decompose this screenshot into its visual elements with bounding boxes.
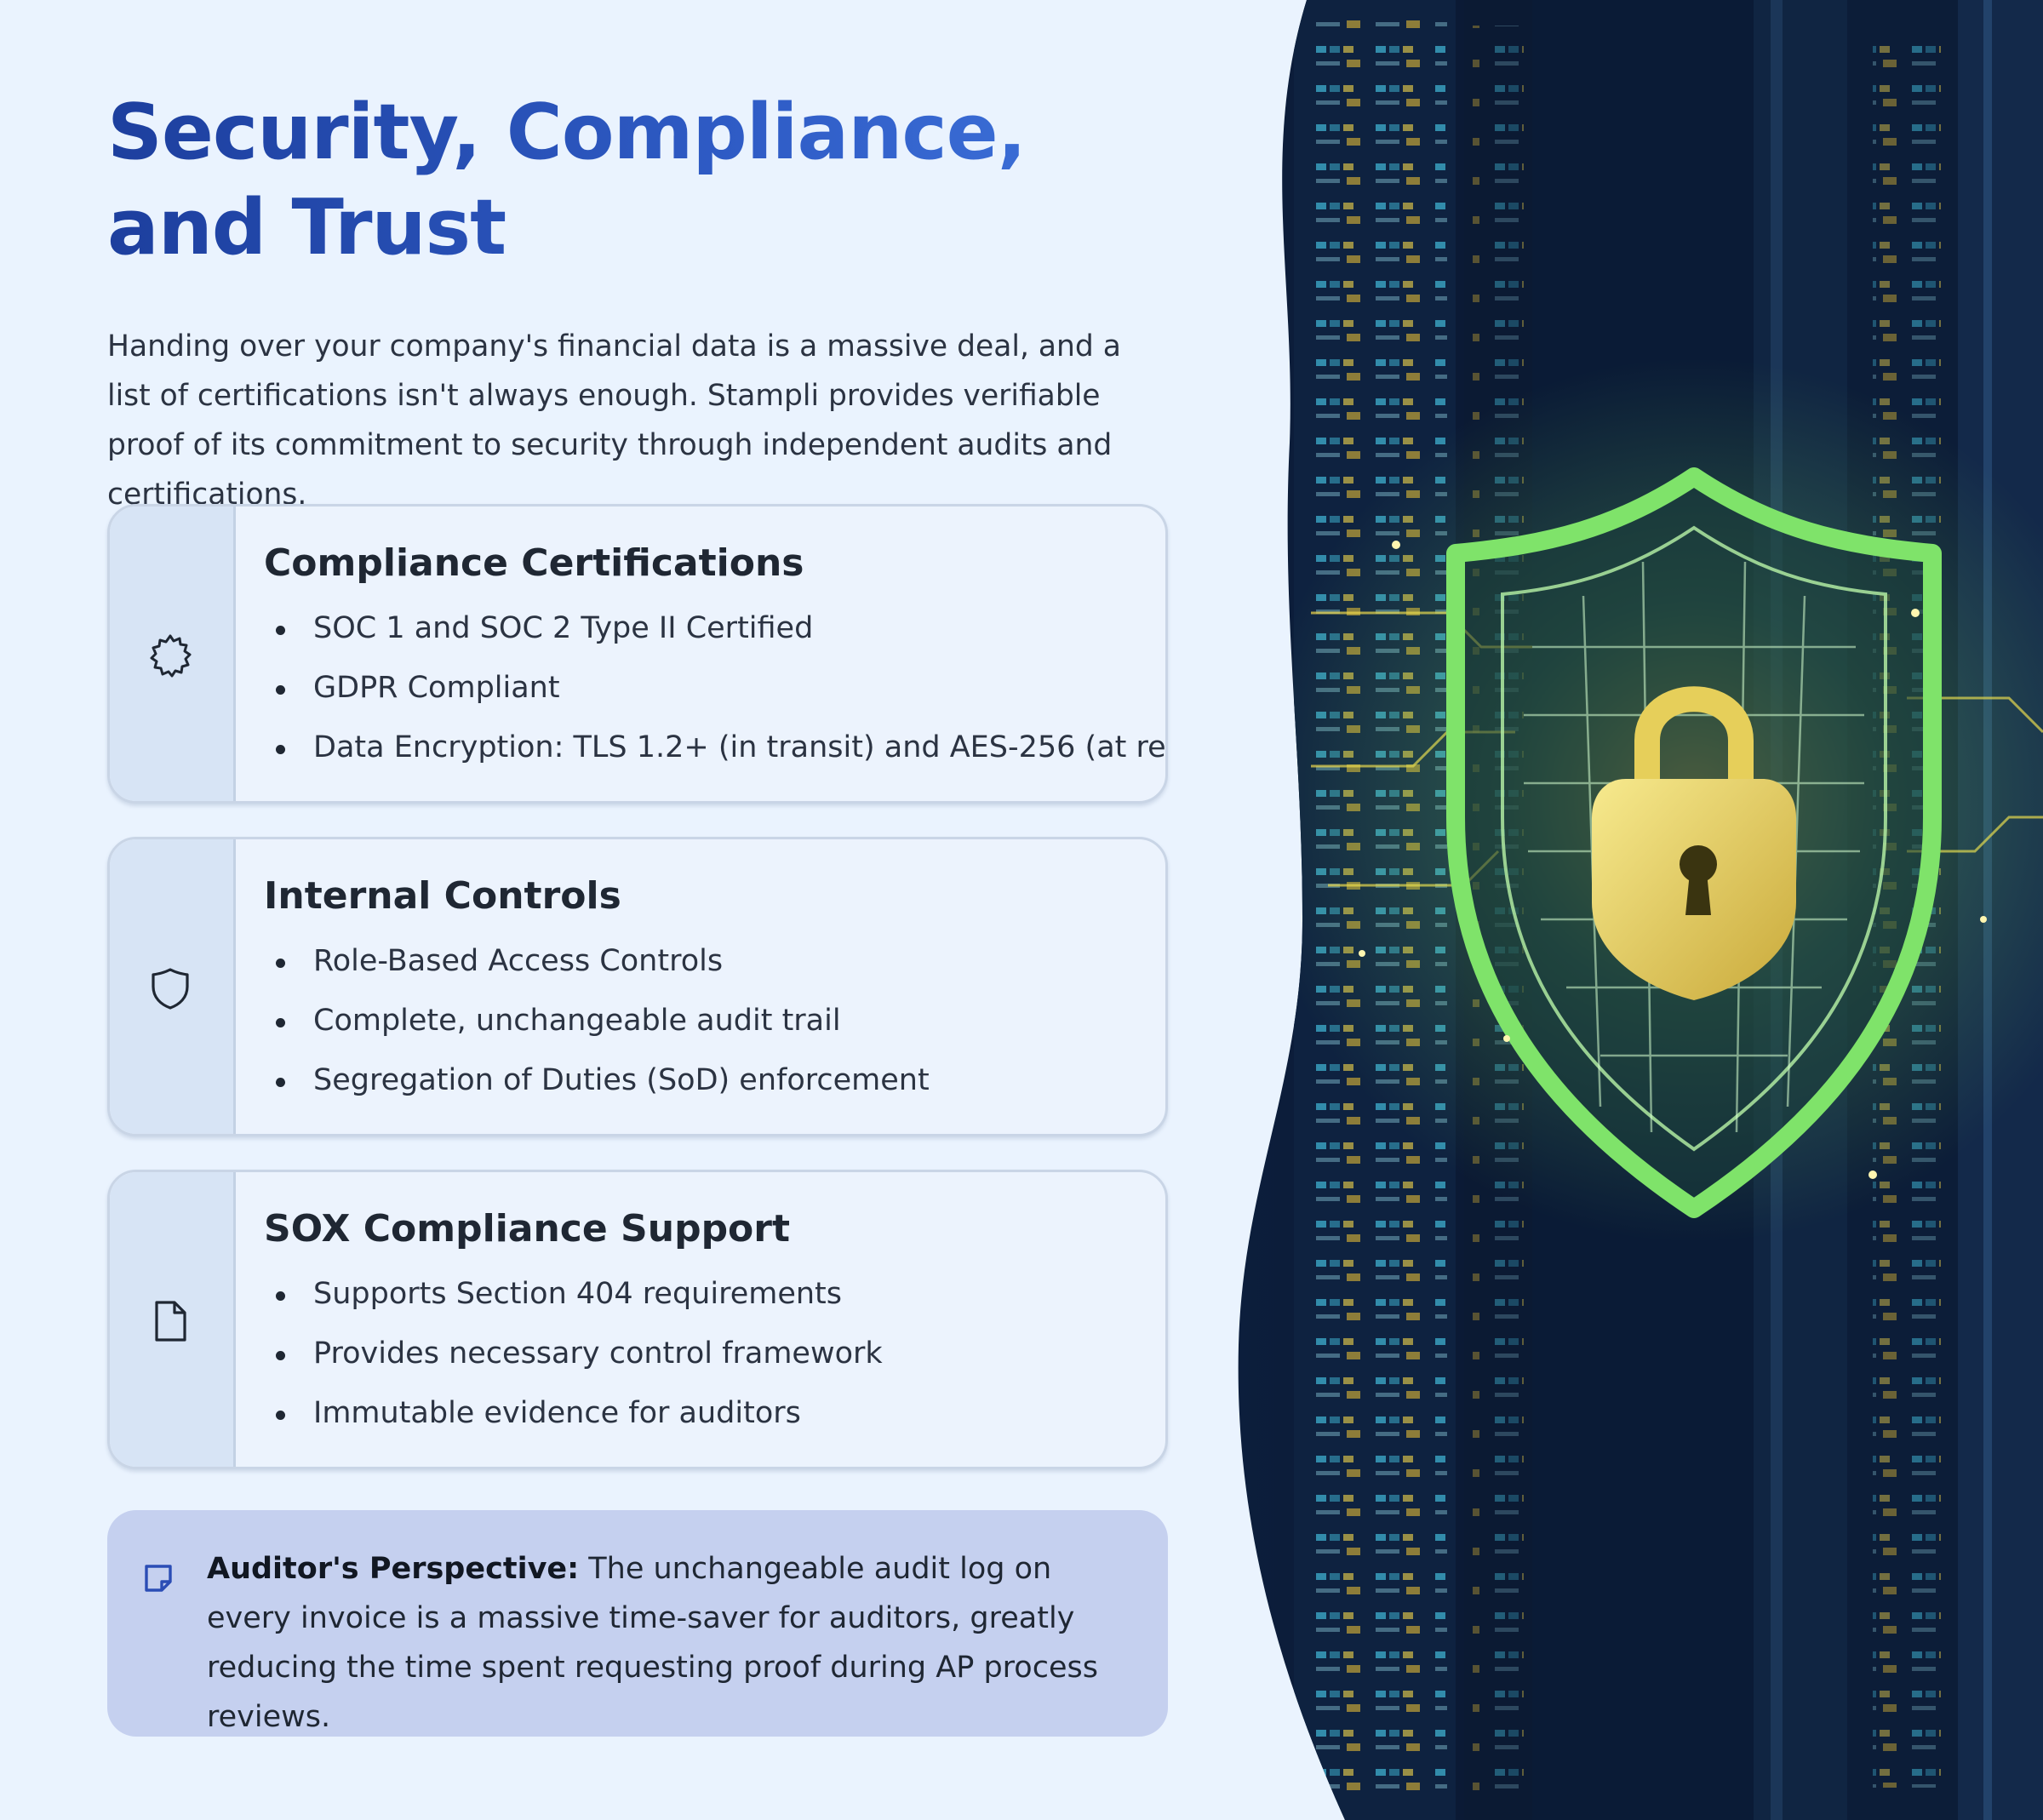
note-label: Auditor's Perspective: xyxy=(207,1552,580,1586)
card-icon-panel xyxy=(110,839,236,1134)
note-text: Auditor's Perspective: The unchangeable … xyxy=(207,1544,1126,1742)
list-item: SOC 1 and SOC 2 Type II Certified xyxy=(264,598,1165,658)
page-title: Security, Compliance, and Trust xyxy=(107,85,1171,276)
card-title: Compliance Certifications xyxy=(264,541,804,585)
list-item: Role-Based Access Controls xyxy=(264,931,930,991)
badge-icon xyxy=(146,632,194,679)
card-icon-panel xyxy=(110,1172,236,1467)
card-list: Supports Section 404 requirements Provid… xyxy=(264,1264,883,1443)
card-list: SOC 1 and SOC 2 Type II Certified GDPR C… xyxy=(264,598,1165,777)
shield-icon xyxy=(146,964,194,1012)
card-list: Role-Based Access Controls Complete, unc… xyxy=(264,931,930,1110)
auditor-note: Auditor's Perspective: The unchangeable … xyxy=(107,1510,1168,1737)
list-item: Data Encryption: TLS 1.2+ (in transit) a… xyxy=(264,718,1165,777)
card-compliance-certifications: Compliance Certifications SOC 1 and SOC … xyxy=(107,504,1168,804)
card-sox-compliance: SOX Compliance Support Supports Section … xyxy=(107,1170,1168,1469)
note-icon xyxy=(141,1561,175,1595)
list-item: Provides necessary control framework xyxy=(264,1324,883,1383)
list-item: GDPR Compliant xyxy=(264,658,1165,718)
card-title: SOX Compliance Support xyxy=(264,1207,791,1251)
card-internal-controls: Internal Controls Role-Based Access Cont… xyxy=(107,837,1168,1136)
document-icon xyxy=(146,1297,194,1345)
card-title: Internal Controls xyxy=(264,874,621,918)
card-icon-panel xyxy=(110,507,236,801)
list-item: Complete, unchangeable audit trail xyxy=(264,991,930,1050)
intro-paragraph: Handing over your company's financial da… xyxy=(107,329,1121,512)
list-item: Supports Section 404 requirements xyxy=(264,1264,883,1324)
padlock-shield-icon xyxy=(1592,686,1796,1000)
list-item: Segregation of Duties (SoD) enforcement xyxy=(264,1050,930,1110)
list-item: Immutable evidence for auditors xyxy=(264,1383,883,1443)
